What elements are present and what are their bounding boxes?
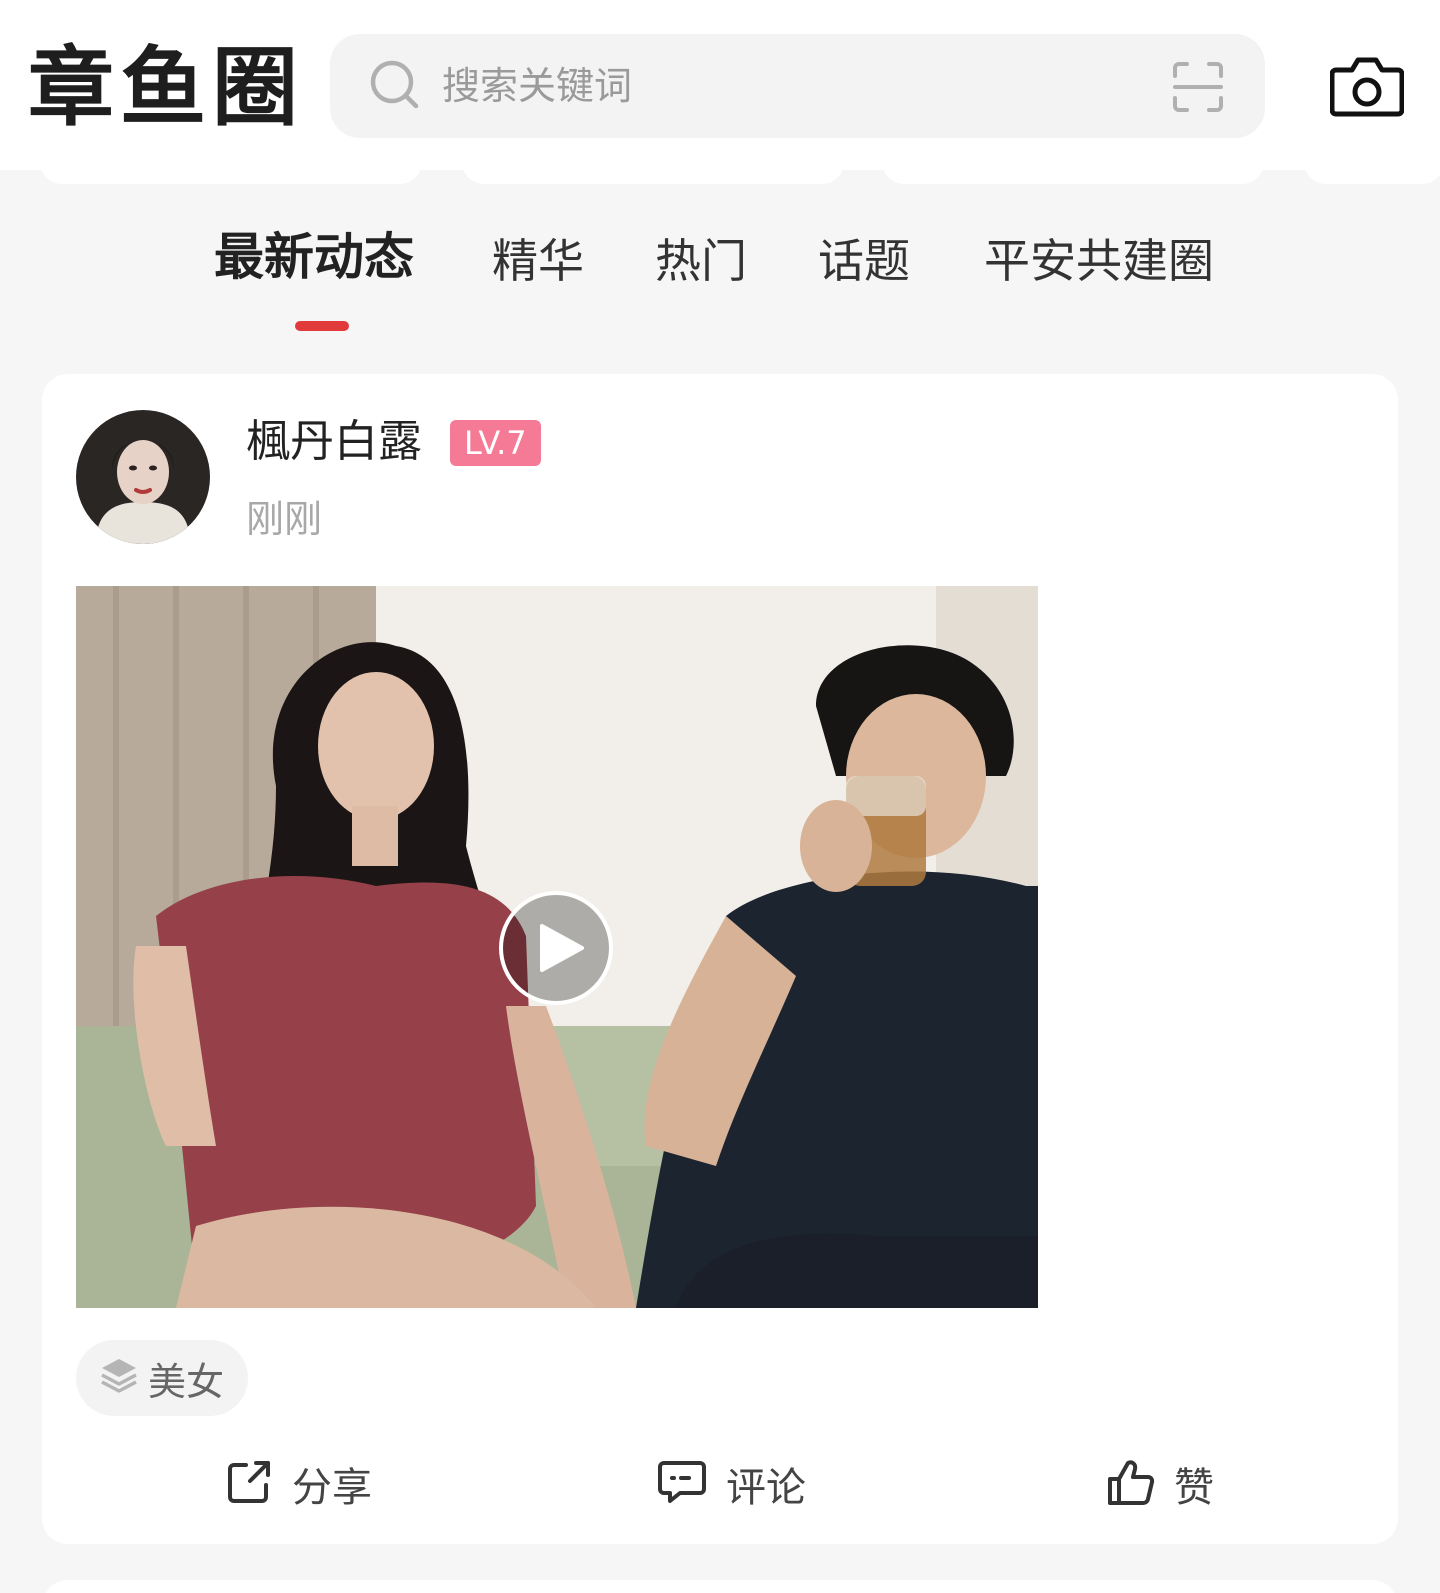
tab-community[interactable]: 平安共建圈 [984, 226, 1214, 296]
feed-tabs: 最新动态 精华 热门 话题 平安共建圈 [0, 222, 1440, 302]
share-icon [224, 1457, 274, 1511]
tab-hot[interactable]: 热门 [655, 226, 747, 296]
active-tab-indicator [295, 321, 349, 331]
level-badge: LV.7 [450, 420, 541, 466]
post-actions: 分享 评论 赞 [42, 1434, 1398, 1534]
search-bar[interactable] [330, 34, 1265, 138]
scan-icon[interactable] [1171, 60, 1225, 118]
banner-card [882, 160, 1264, 184]
tab-featured[interactable]: 精华 [492, 226, 584, 296]
tab-latest[interactable]: 最新动态 [214, 222, 414, 292]
app-title: 章鱼圈 [28, 38, 304, 138]
thumbs-up-icon [1106, 1457, 1156, 1511]
banner-card [462, 160, 844, 184]
play-icon[interactable] [498, 890, 614, 1010]
camera-icon[interactable] [1329, 54, 1405, 122]
layers-icon [98, 1355, 140, 1401]
author-name[interactable]: 楓丹白露 [246, 414, 422, 470]
topic-tag[interactable]: 美女 [76, 1340, 249, 1416]
post-time: 刚刚 [246, 497, 323, 541]
avatar[interactable] [76, 410, 210, 544]
top-header: 章鱼圈 [0, 0, 1440, 170]
search-icon [368, 58, 422, 116]
next-post-card [42, 1580, 1398, 1593]
comment-button[interactable]: 评论 [656, 1434, 806, 1534]
share-label: 分享 [292, 1465, 372, 1511]
like-label: 赞 [1174, 1465, 1214, 1511]
tab-topics[interactable]: 话题 [818, 226, 910, 296]
post-card: 楓丹白露 LV.7 刚刚 美女 分享 评论 赞 [42, 374, 1398, 1544]
search-input[interactable] [442, 56, 1122, 116]
video-thumbnail[interactable] [76, 586, 1038, 1308]
share-button[interactable]: 分享 [224, 1434, 372, 1534]
tag-label: 美女 [148, 1359, 225, 1404]
comment-label: 评论 [726, 1465, 806, 1511]
banner-card [1304, 160, 1440, 184]
comment-icon [656, 1457, 708, 1511]
banner-card [40, 160, 422, 184]
like-button[interactable]: 赞 [1106, 1434, 1214, 1534]
